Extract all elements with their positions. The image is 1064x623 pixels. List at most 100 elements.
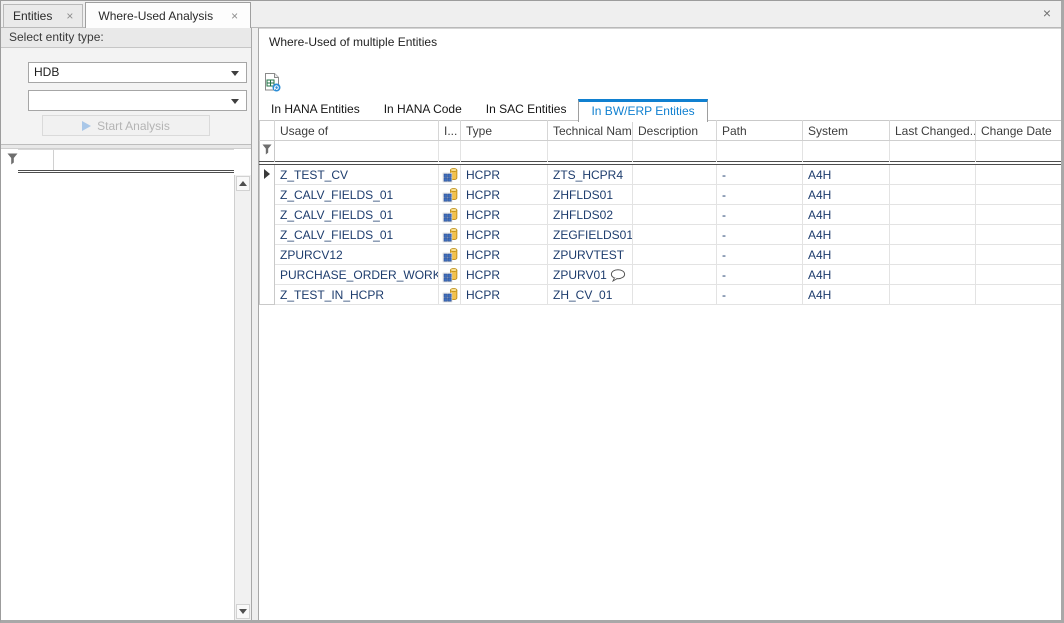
table-row[interactable]: Z_CALV_FIELDS_01 HCPR ZHFLDS01 <box>260 185 1064 205</box>
table-row[interactable]: Z_TEST_IN_HCPR HCPR ZH_CV_01 <box>260 285 1064 305</box>
cell-path[interactable]: - <box>717 245 803 265</box>
cell-technical-name[interactable]: ZPURV01 <box>548 265 633 285</box>
cell-icon[interactable] <box>439 185 461 205</box>
column-header-last-changed[interactable]: Last Changed... <box>890 121 976 141</box>
cell-last-changed[interactable] <box>890 165 976 185</box>
table-row[interactable]: Z_TEST_CV HCPR ZTS_HCPR4 <box>260 165 1064 185</box>
cell-icon[interactable] <box>439 205 461 225</box>
cell-usage-of[interactable]: Z_CALV_FIELDS_01 <box>275 205 439 225</box>
cell-path[interactable]: - <box>717 185 803 205</box>
cell-last-changed[interactable] <box>890 285 976 305</box>
cell-last-changed[interactable] <box>890 205 976 225</box>
cell-change-date[interactable] <box>976 285 1064 305</box>
cell-system[interactable]: A4H <box>803 265 890 285</box>
table-row[interactable]: PURCHASE_ORDER_WORKLIST HCPR ZPURV01 <box>260 265 1064 285</box>
cell-technical-name[interactable]: ZEGFIELDS01 <box>548 225 633 245</box>
cell-description[interactable] <box>633 185 717 205</box>
scroll-down-button[interactable] <box>236 604 250 619</box>
cell-change-date[interactable] <box>976 185 1064 205</box>
cell-last-changed[interactable] <box>890 245 976 265</box>
filter-cell-system[interactable] <box>803 141 890 162</box>
filter-cell-description[interactable] <box>633 141 717 162</box>
cell-description[interactable] <box>633 225 717 245</box>
cell-type[interactable]: HCPR <box>461 165 548 185</box>
tab-in-hana-entities[interactable]: In HANA Entities <box>259 99 372 121</box>
cell-path[interactable]: - <box>717 285 803 305</box>
cell-technical-name[interactable]: ZHFLDS02 <box>548 205 633 225</box>
filter-cell[interactable] <box>18 150 54 170</box>
cell-type[interactable]: HCPR <box>461 205 548 225</box>
column-header-type[interactable]: Type <box>461 121 548 141</box>
cell-usage-of[interactable]: Z_CALV_FIELDS_01 <box>275 225 439 245</box>
entity-type-combobox[interactable]: HDB <box>28 62 247 83</box>
cell-usage-of[interactable]: Z_TEST_CV <box>275 165 439 185</box>
start-analysis-button[interactable]: Start Analysis <box>42 115 210 136</box>
column-header-usage-of[interactable]: Usage of <box>275 121 439 141</box>
table-row[interactable]: ZPURCV12 HCPR ZPURVTEST <box>260 245 1064 265</box>
cell-description[interactable] <box>633 265 717 285</box>
cell-icon[interactable] <box>439 265 461 285</box>
filter-cell-type[interactable] <box>461 141 548 162</box>
cell-icon[interactable] <box>439 245 461 265</box>
cell-last-changed[interactable] <box>890 185 976 205</box>
cell-system[interactable]: A4H <box>803 185 890 205</box>
cell-technical-name[interactable]: ZH_CV_01 <box>548 285 633 305</box>
cell-icon[interactable] <box>439 225 461 245</box>
filter-cell-usage-of[interactable] <box>275 141 439 162</box>
tab-entities[interactable]: Entities × <box>3 4 83 27</box>
filter-cell[interactable] <box>54 150 234 170</box>
chevron-down-icon[interactable] <box>231 99 239 104</box>
column-header-system[interactable]: System <box>803 121 890 141</box>
cell-path[interactable]: - <box>717 225 803 245</box>
cell-path[interactable]: - <box>717 165 803 185</box>
filter-cell-change-date[interactable] <box>976 141 1064 162</box>
vertical-scrollbar[interactable] <box>234 175 251 620</box>
cell-technical-name[interactable]: ZTS_HCPR4 <box>548 165 633 185</box>
cell-change-date[interactable] <box>976 205 1064 225</box>
cell-change-date[interactable] <box>976 265 1064 285</box>
row-indicator-cell[interactable] <box>260 245 275 265</box>
row-indicator-cell[interactable] <box>260 285 275 305</box>
cell-description[interactable] <box>633 205 717 225</box>
row-indicator-cell[interactable] <box>260 225 275 245</box>
entity-list-filter-row[interactable] <box>18 149 234 170</box>
filter-cell-path[interactable] <box>717 141 803 162</box>
scroll-up-button[interactable] <box>236 176 250 191</box>
cell-usage-of[interactable]: Z_TEST_IN_HCPR <box>275 285 439 305</box>
entity-combobox[interactable] <box>28 90 247 111</box>
cell-usage-of[interactable]: PURCHASE_ORDER_WORKLIST <box>275 265 439 285</box>
tab-in-sac-entities[interactable]: In SAC Entities <box>474 99 579 121</box>
cell-description[interactable] <box>633 165 717 185</box>
table-row[interactable]: Z_CALV_FIELDS_01 HCPR ZHFLDS02 <box>260 205 1064 225</box>
cell-system[interactable]: A4H <box>803 165 890 185</box>
filter-cell-last-changed[interactable] <box>890 141 976 162</box>
row-indicator-cell[interactable] <box>260 185 275 205</box>
filter-cell-icon[interactable] <box>439 141 461 162</box>
row-indicator-cell[interactable] <box>260 165 275 185</box>
cell-description[interactable] <box>633 285 717 305</box>
cell-system[interactable]: A4H <box>803 285 890 305</box>
cell-change-date[interactable] <box>976 245 1064 265</box>
close-icon[interactable]: × <box>231 10 238 22</box>
column-header-description[interactable]: Description <box>633 121 717 141</box>
cell-usage-of[interactable]: Z_CALV_FIELDS_01 <box>275 185 439 205</box>
cell-type[interactable]: HCPR <box>461 185 548 205</box>
cell-last-changed[interactable] <box>890 225 976 245</box>
close-icon[interactable]: × <box>1043 6 1051 20</box>
panel-splitter[interactable] <box>251 28 259 620</box>
tab-in-bw-erp-entities[interactable]: In BW/ERP Entities <box>578 99 707 122</box>
cell-type[interactable]: HCPR <box>461 245 548 265</box>
cell-change-date[interactable] <box>976 165 1064 185</box>
tab-where-used-analysis[interactable]: Where-Used Analysis × <box>85 2 251 28</box>
cell-icon[interactable] <box>439 165 461 185</box>
cell-type[interactable]: HCPR <box>461 265 548 285</box>
cell-type[interactable]: HCPR <box>461 225 548 245</box>
cell-usage-of[interactable]: ZPURCV12 <box>275 245 439 265</box>
cell-last-changed[interactable] <box>890 265 976 285</box>
column-header-technical-name[interactable]: Technical Name <box>548 121 633 141</box>
cell-technical-name[interactable]: ZPURVTEST <box>548 245 633 265</box>
cell-type[interactable]: HCPR <box>461 285 548 305</box>
cell-path[interactable]: - <box>717 205 803 225</box>
column-header-path[interactable]: Path <box>717 121 803 141</box>
cell-change-date[interactable] <box>976 225 1064 245</box>
